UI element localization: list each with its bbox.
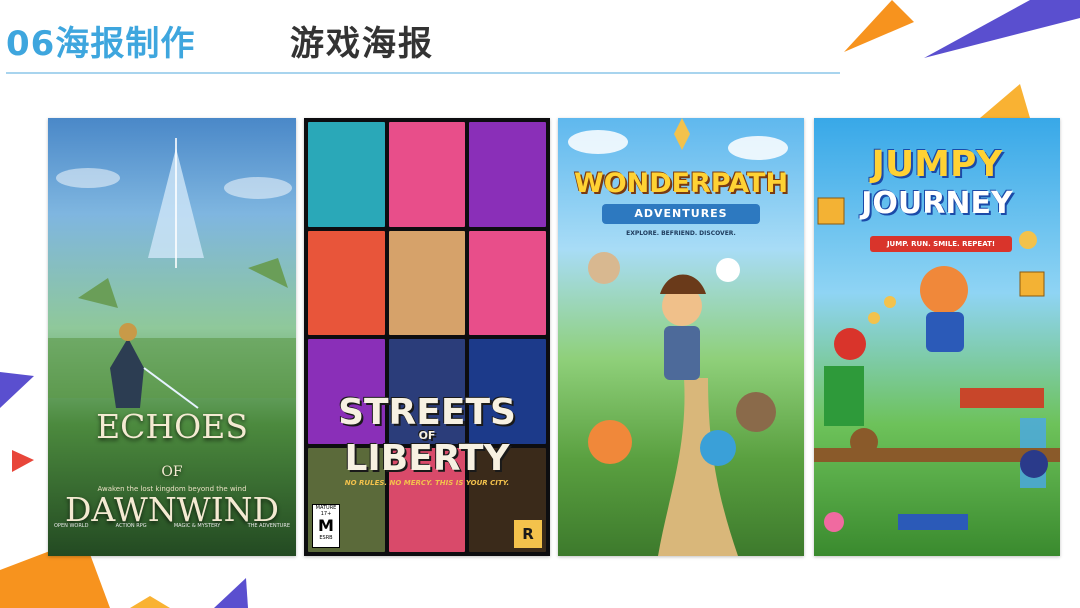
section-title: 06海报制作 — [6, 24, 196, 64]
panel-protagonist — [388, 230, 466, 335]
deco-triangle-left — [0, 372, 34, 472]
poster-title: WONDERPATH — [573, 168, 789, 199]
poster-title: STREETS OF LIBERTY — [338, 392, 516, 479]
page-subtitle: 游戏海报 — [290, 24, 434, 64]
esrb-rating-badge: MATURE 17+ M ESRB — [312, 504, 340, 548]
poster-jumpy-journey: JUMPY JOURNEY JUMP. RUN. SMILE. REPEAT! — [814, 118, 1060, 556]
feature-item: OPEN WORLD — [54, 523, 89, 529]
panel-bahama — [469, 230, 546, 335]
feature-item: MAGIC & MYSTERY — [173, 523, 221, 529]
poster-subtitle-banner: ADVENTURES — [602, 204, 760, 224]
panel-gunman — [469, 122, 546, 227]
panel-woman — [388, 122, 466, 227]
poster-title-line1: JUMPY — [871, 144, 1003, 185]
feature-item: THE ADVENTURE — [247, 523, 290, 529]
poster-tagline: Awaken the lost kingdom beyond the wind — [97, 485, 247, 493]
poster-title-line2: JOURNEY — [861, 186, 1013, 221]
feature-list: OPEN WORLD ACTION RPG MAGIC & MYSTERY TH… — [54, 523, 290, 529]
poster-streets-of-liberty: STREETS OF LIBERTY NO RULES. NO MERCY. T… — [304, 118, 550, 556]
comic-panel-grid — [308, 122, 546, 552]
poster-title: ECHOES OF DAWNWIND — [64, 407, 280, 529]
poster-tagline: EXPLORE. BEFRIEND. DISCOVER. — [626, 230, 736, 237]
deco-triangles-top-right — [844, 0, 1080, 118]
title-divider — [6, 72, 840, 74]
poster-echoes-of-dawnwind: ECHOES OF DAWNWIND Awaken the lost kingd… — [48, 118, 296, 556]
poster-tagline-banner: JUMP. RUN. SMILE. REPEAT! — [870, 236, 1012, 252]
feature-item: ACTION RPG — [115, 523, 147, 529]
poster-wonderpath-adventures: WONDERPATH ADVENTURES EXPLORE. BEFRIEND.… — [558, 118, 804, 556]
poster-tagline: NO RULES. NO MERCY. THIS IS YOUR CITY. — [344, 479, 510, 487]
panel-helicopter — [308, 122, 385, 227]
panel-sports-car — [308, 230, 385, 335]
publisher-logo: R — [514, 520, 542, 548]
